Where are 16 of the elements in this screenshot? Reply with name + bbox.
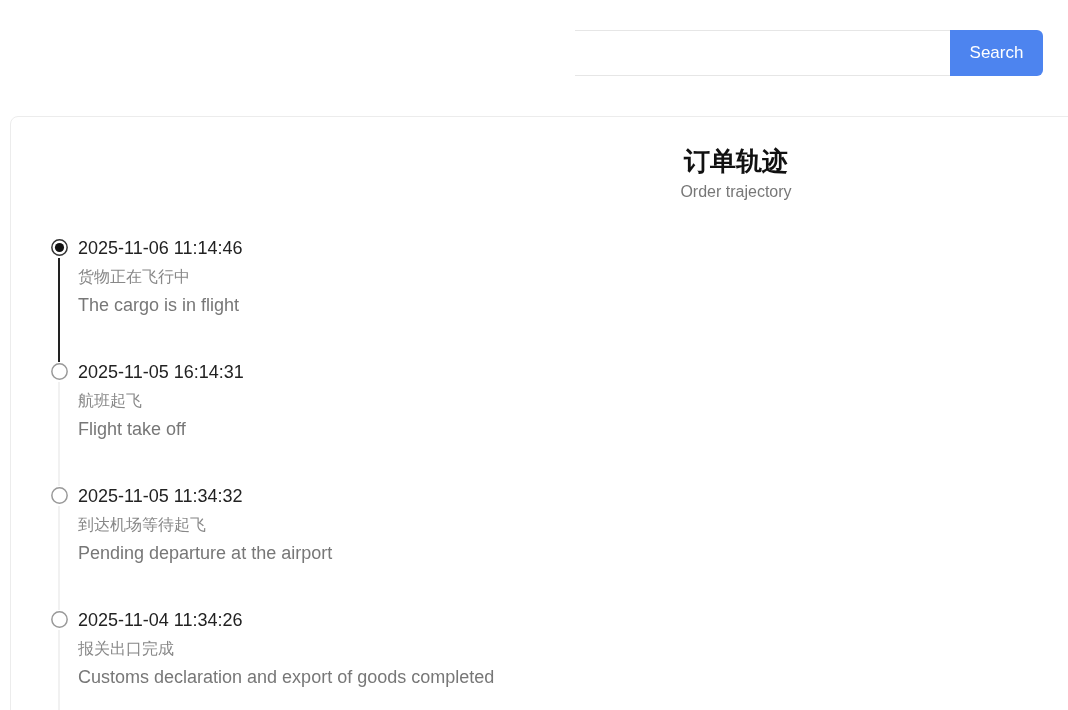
event-status-english: Flight take off [78, 418, 187, 441]
event-time: 2025-11-05 16:14:31 [78, 361, 244, 384]
event-status-chinese: 到达机场等待起飞 [78, 515, 207, 535]
event-status-chinese: 航班起飞 [78, 391, 143, 411]
event-time: 2025-11-06 11:14:46 [78, 237, 243, 260]
card-subtitle: Order trajectory [680, 182, 792, 202]
event-status-chinese: 报关出口完成 [78, 639, 175, 659]
event-status-english: Customs declaration and export of goods completed [78, 666, 495, 689]
event-time: 2025-11-05 11:34:32 [78, 485, 244, 508]
card-title: 订单轨迹 [684, 145, 788, 178]
event-time: 2025-11-04 11:34:26 [78, 609, 244, 632]
search-field[interactable] [575, 30, 950, 76]
event-status-chinese: 货物正在飞行中 [78, 267, 191, 287]
event-status-english: The cargo is in flight [78, 294, 241, 317]
search-button[interactable]: Search [950, 30, 1043, 76]
event-status-english: Pending departure at the airport [78, 542, 333, 565]
